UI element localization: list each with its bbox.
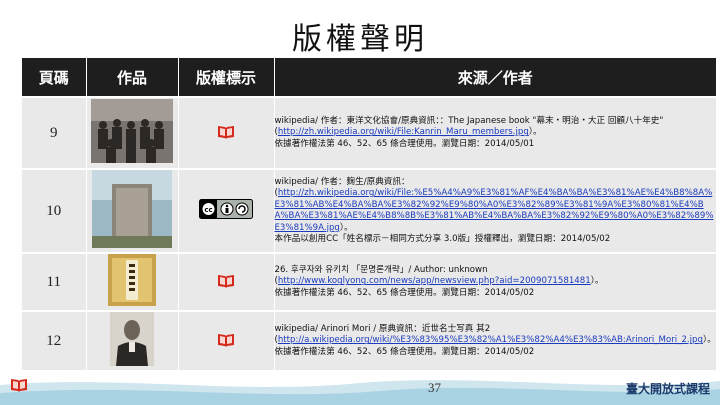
source-credit: 26. 후쿠자와 유키치 「문명론개략」/ Author: unknown [274,264,488,275]
table-row: 10 cc wikipedia/ 作者：麴生/原典資訊： (http://zh.… [22,168,716,253]
copyright-table: 頁碼 作品 版權標示 來源／作者 9 wikipedia/ 作者：東洋文化協會/… [22,58,716,370]
source-suffix: ）。 [528,127,542,138]
fair-use-book-icon [10,378,28,392]
work-thumbnail-portrait [86,310,179,370]
source-link[interactable]: http://a.wikipedia.org/wiki/%E3%83%95%E3… [278,335,703,345]
table-row: 9 wikipedia/ 作者：東洋文化協會/原典資訊：：The Japanes… [22,96,716,169]
row-page-number: 10 [22,168,87,253]
work-thumbnail-book-cover [86,252,179,311]
header-license: 版權標示 [178,58,275,97]
table-header-row: 頁碼 作品 版權標示 來源／作者 [22,58,716,97]
cc-by-sa-license-icon: cc [199,199,253,219]
license-note: 依據著作權法第 46、52、65 條合理使用。瀏覽日期：2014/05/01 [274,138,535,149]
slide-page-number: 37 [428,380,441,395]
row-page-number: 11 [22,252,87,311]
page-title: 版權聲明 [292,22,428,57]
license-note: 依據著作權法第 46、52、65 條合理使用。瀏覽日期：2014/05/02 [274,346,535,357]
source-credit: wikipedia/ 作者：東洋文化協會/原典資訊：：The Japanese … [274,115,664,126]
footer-wave-decoration [0,380,720,405]
work-thumbnail-group-photo [86,96,179,169]
fair-use-book-icon [217,274,235,288]
header-work: 作品 [86,58,179,97]
table-row: 12 wikipedia/ Arinori Mori / 原典資訊：近世名士写真… [22,310,716,370]
work-thumbnail-stone-monument [86,168,179,253]
license-note: 依據著作權法第 46、52、65 條合理使用。瀏覽日期：2014/05/02 [274,287,535,298]
fair-use-book-icon [217,125,235,139]
source-suffix: ）。 [590,276,604,287]
source-credit: wikipedia/ 作者：麴生/原典資訊： [274,176,410,187]
source-suffix: ）。 [702,335,716,346]
table-row: 11 26. 후쿠자와 유키치 「문명론개략」/ Author: unknown… [22,252,716,311]
license-note: 本作品以創用CC「姓名標示－相同方式分享 3.0版」授權釋出，瀏覽日期：2014… [274,234,611,244]
source-suffix: ）。 [339,222,353,233]
header-page: 頁碼 [22,58,87,97]
source-link[interactable]: http://zh.wikipedia.org/wiki/File:Kanrin… [278,127,529,137]
fair-use-book-icon [217,333,235,347]
row-page-number: 12 [22,310,87,370]
source-credit: wikipedia/ Arinori Mori / 原典資訊：近世名士写真 其2 [274,323,491,334]
svg-text:cc: cc [204,206,212,214]
source-link[interactable]: http://www.koglyong.com/news/app/newsvie… [278,276,591,286]
row-page-number: 9 [22,96,87,169]
footer-logo: 臺大開放式課程 [625,382,710,396]
header-source: 來源／作者 [274,58,716,97]
